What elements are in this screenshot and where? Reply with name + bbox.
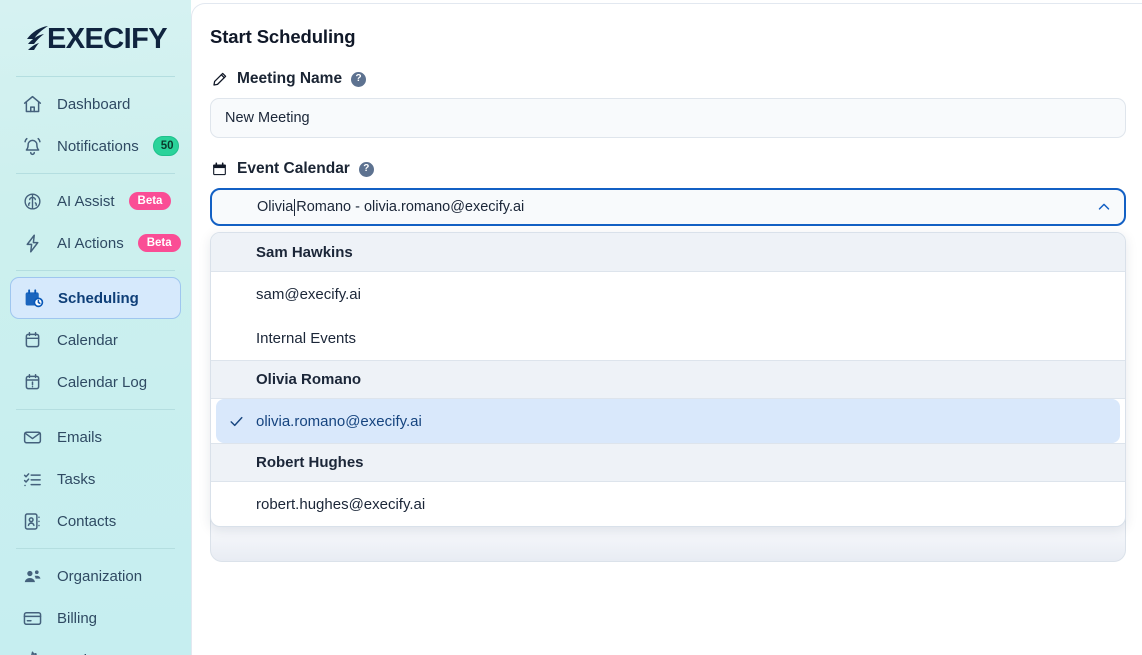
meeting-name-label: Meeting Name: [237, 70, 343, 87]
avatar: [222, 451, 246, 475]
sidebar-item-label: Tasks: [57, 470, 96, 488]
envelope-icon: [21, 426, 43, 448]
dropdown-group-label: Sam Hawkins: [256, 243, 353, 261]
sidebar-item-ai-actions[interactable]: AI Actions Beta: [10, 222, 181, 264]
sidebar-item-label: Dashboard: [57, 95, 131, 113]
calendar-clock-icon: [22, 287, 44, 309]
sidebar-item-label: Organization: [57, 567, 143, 585]
bolt-icon: [21, 232, 43, 254]
dropdown-option-selected[interactable]: olivia.romano@execify.ai: [216, 399, 1120, 443]
sidebar-item-billing[interactable]: Billing: [10, 597, 181, 639]
sidebar-item-settings[interactable]: Settings: [10, 639, 181, 655]
sidebar-item-tasks[interactable]: Tasks: [10, 458, 181, 500]
sidebar-item-label: Contacts: [57, 512, 117, 530]
dropdown-option-label: Internal Events: [256, 329, 357, 347]
chevron-up-icon[interactable]: [1094, 197, 1114, 217]
event-calendar-label-row: Event Calendar ?: [210, 160, 1126, 178]
sidebar-item-label: Emails: [57, 428, 103, 446]
event-calendar-select-wrap: Olivia Romano - olivia.romano@execify.ai…: [210, 188, 1126, 562]
sidebar-item-calendar[interactable]: Calendar: [10, 319, 181, 361]
beta-badge: Beta: [128, 192, 172, 210]
page-title: Start Scheduling: [210, 26, 356, 47]
event-calendar-selected-value: Olivia Romano - olivia.romano@execify.ai: [257, 198, 1094, 216]
meeting-name-value: New Meeting: [225, 110, 310, 126]
event-calendar-help-icon[interactable]: ?: [358, 161, 374, 177]
bell-icon: [21, 135, 43, 157]
dropdown-group-label: Robert Hughes: [256, 454, 364, 471]
dropdown-group-header-sam-hawkins[interactable]: Sam Hawkins: [211, 233, 1125, 272]
dropdown-group-header-robert-hughes[interactable]: Robert Hughes: [211, 443, 1125, 482]
dropdown-option-label: sam@execify.ai: [256, 285, 361, 303]
sidebar-item-emails[interactable]: Emails: [10, 416, 181, 458]
calendar-icon: [21, 329, 43, 351]
sidebar-item-dashboard[interactable]: Dashboard: [10, 83, 181, 125]
event-calendar-dropdown: Sam Hawkins sam@execify.ai Internal Even…: [210, 232, 1126, 527]
sidebar-item-label: Calendar: [57, 331, 118, 349]
sidebar-divider: [16, 548, 175, 549]
sidebar-item-notifications[interactable]: Notifications 50: [10, 125, 181, 167]
meeting-name-help-icon[interactable]: ?: [351, 71, 367, 87]
sidebar-item-scheduling[interactable]: Scheduling: [10, 277, 181, 319]
pencil-icon: [210, 70, 228, 88]
dropdown-option[interactable]: robert.hughes@execify.ai: [216, 482, 1120, 526]
text-caret: [294, 198, 296, 216]
contacts-icon: [21, 510, 43, 532]
sidebar-item-label: Notifications: [57, 137, 139, 155]
sidebar: EXECIFY Dashboard Notifications 50 AI As…: [0, 0, 191, 655]
credit-card-icon: [21, 607, 43, 629]
dropdown-group-header-olivia-romano[interactable]: Olivia Romano: [211, 360, 1125, 399]
avatar: [222, 240, 246, 264]
calendar-log-icon: [21, 371, 43, 393]
selected-value-before-caret: Olivia: [257, 199, 294, 215]
avatar: [222, 368, 246, 392]
gear-icon: [21, 649, 43, 655]
app-root: EXECIFY Dashboard Notifications 50 AI As…: [0, 0, 1142, 655]
dropdown-option[interactable]: Internal Events: [216, 316, 1120, 360]
calendar-icon: [210, 160, 228, 178]
sidebar-divider: [16, 270, 175, 271]
sidebar-item-contacts[interactable]: Contacts: [10, 500, 181, 542]
sidebar-item-ai-assist[interactable]: AI Assist Beta: [10, 180, 181, 222]
dropdown-option[interactable]: sam@execify.ai: [216, 272, 1120, 316]
beta-badge: Beta: [137, 234, 181, 252]
home-icon: [21, 93, 43, 115]
sidebar-item-label: AI Actions: [57, 234, 124, 252]
event-calendar-label: Event Calendar: [237, 160, 350, 177]
notifications-count-badge: 50: [152, 136, 179, 156]
sidebar-divider: [16, 173, 175, 174]
sidebar-item-label: Settings: [57, 652, 170, 655]
dropdown-group-label: Olivia Romano: [256, 371, 362, 388]
meeting-name-input[interactable]: New Meeting: [210, 98, 1126, 138]
selected-value-after-caret: Romano - olivia.romano@execify.ai: [296, 199, 525, 215]
brain-icon: [21, 190, 43, 212]
event-calendar-select[interactable]: Olivia Romano - olivia.romano@execify.ai: [210, 188, 1126, 226]
people-icon: [21, 565, 43, 587]
sidebar-item-label: Billing: [57, 609, 98, 627]
logo-text: EXECIFY: [47, 22, 167, 55]
avatar: [221, 195, 246, 220]
sidebar-item-organization[interactable]: Organization: [10, 555, 181, 597]
sidebar-item-label: AI Assist: [57, 192, 115, 210]
sidebar-divider: [16, 409, 175, 410]
sidebar-item-calendar-log[interactable]: Calendar Log: [10, 361, 181, 403]
tasks-icon: [21, 468, 43, 490]
app-logo[interactable]: EXECIFY: [0, 8, 191, 70]
main-panel: Start Scheduling Meeting Name ? New Meet…: [191, 3, 1142, 655]
sidebar-item-label: Calendar Log: [57, 373, 148, 391]
dropdown-option-label: olivia.romano@execify.ai: [256, 412, 422, 430]
sidebar-item-label: Scheduling: [58, 289, 139, 307]
check-icon: [224, 413, 248, 430]
sidebar-divider: [16, 76, 175, 77]
meeting-name-label-row: Meeting Name ?: [210, 70, 1126, 88]
dropdown-option-label: robert.hughes@execify.ai: [256, 495, 426, 513]
